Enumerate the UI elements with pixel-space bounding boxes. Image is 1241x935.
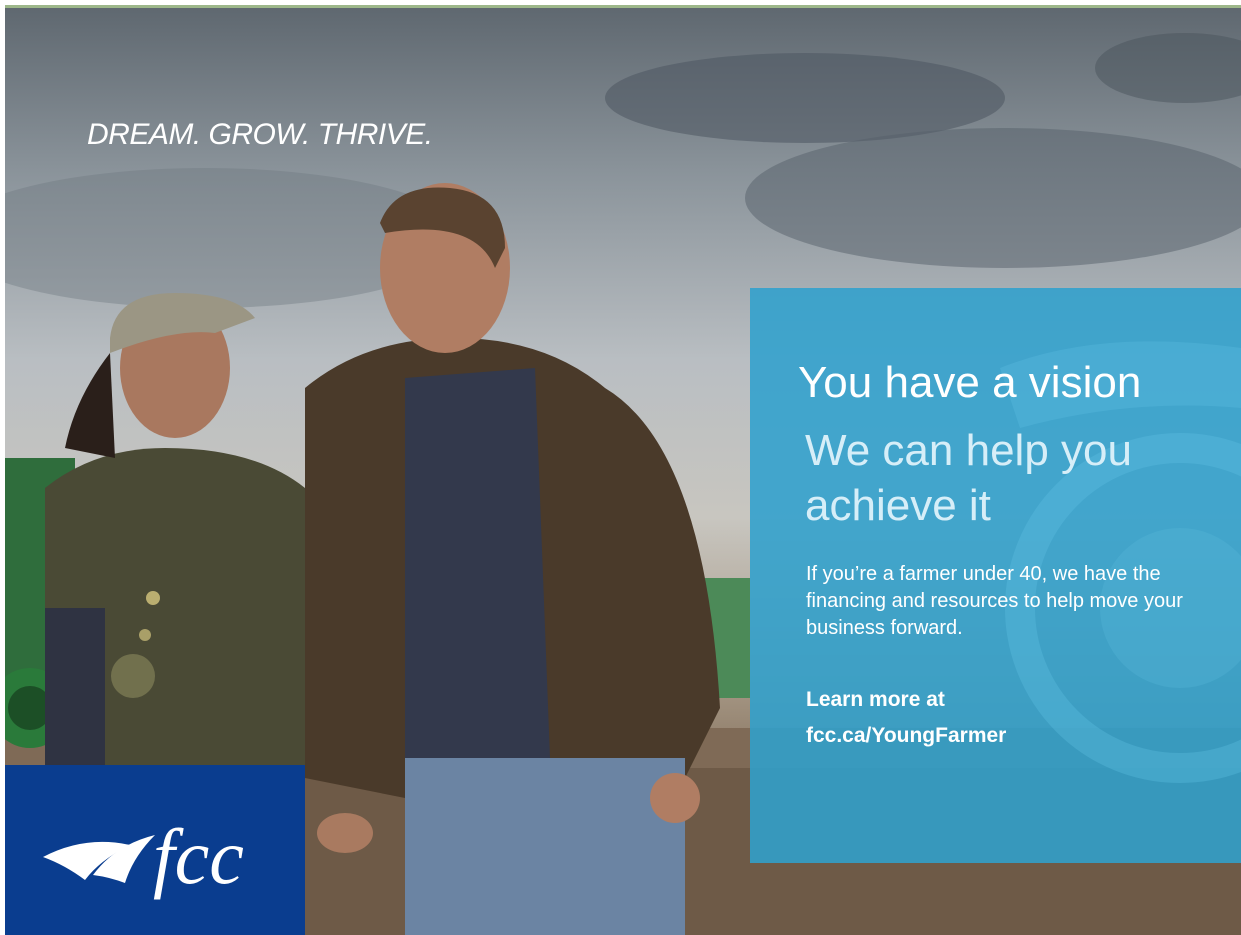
fcc-logo-mark: fcc (43, 813, 244, 900)
body-copy: If you’re a farmer under 40, we have the… (806, 563, 1183, 639)
message-panel: You have a vision We can help you achiev… (750, 288, 1241, 863)
fcc-logo-text: fcc (153, 813, 244, 900)
cta-line-1: Learn more at (806, 688, 945, 711)
tagline: DREAM. GROW. THRIVE. (87, 118, 433, 151)
subheadline: We can help you achieve it (805, 426, 1132, 530)
headline: You have a vision (798, 358, 1142, 407)
advertisement: DREAM. GROW. THRIVE. You have a vision W… (5, 8, 1241, 935)
fcc-logo: fcc (5, 765, 305, 935)
cta-url[interactable]: fcc.ca/YoungFarmer (806, 724, 1006, 748)
